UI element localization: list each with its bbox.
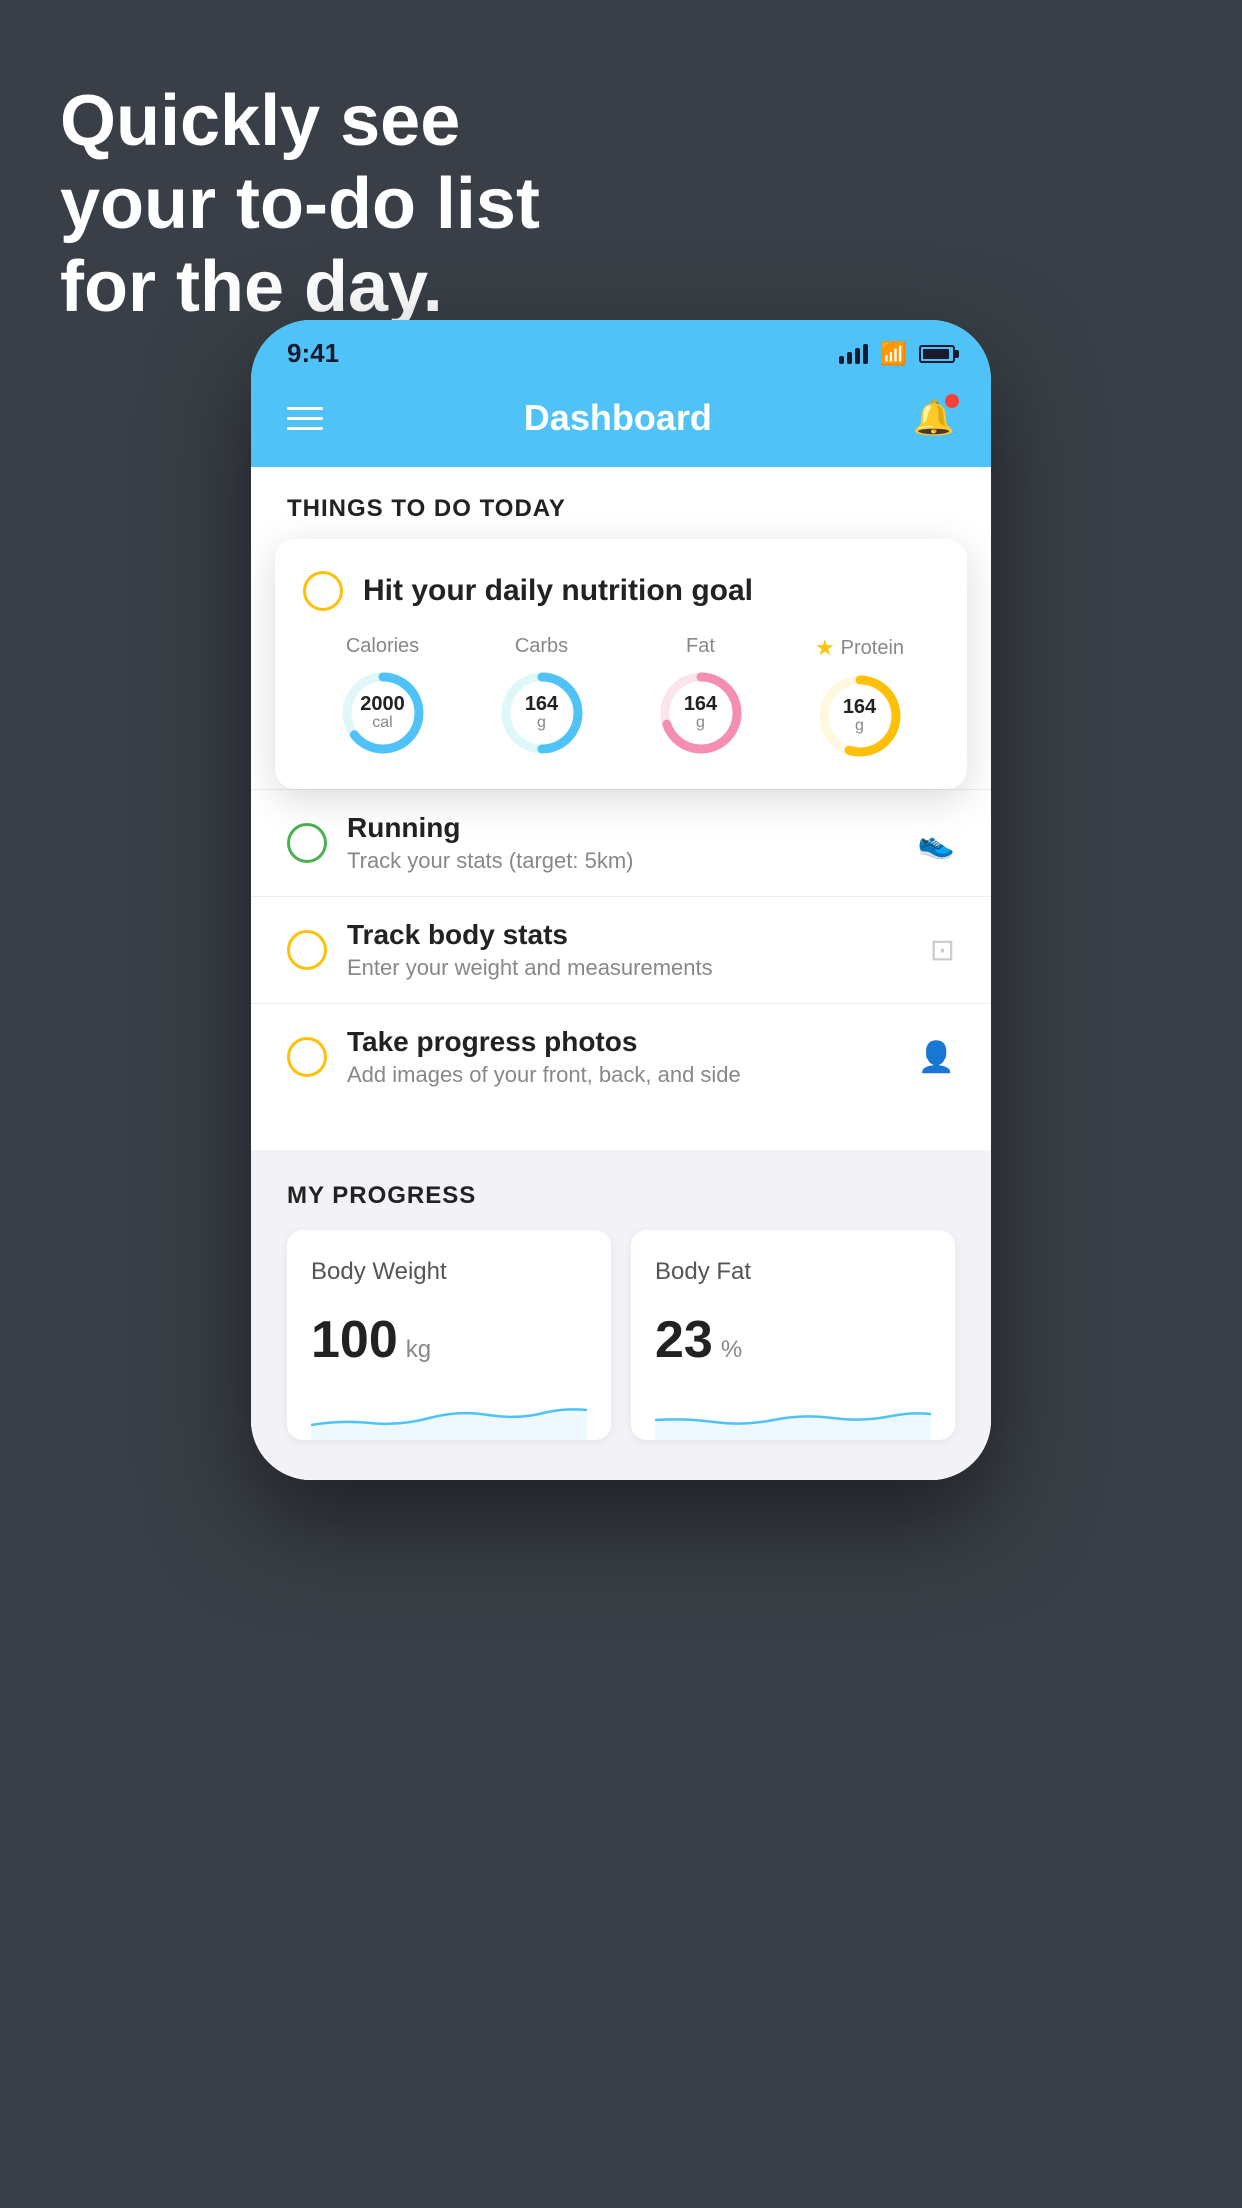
status-bar: 9:41 📶 [251,320,991,379]
carbs-value: 164 [525,694,558,714]
photos-checkbox[interactable] [287,1037,327,1077]
signal-icon [839,344,868,364]
macro-carbs-label: Carbs [515,635,568,658]
macros-row: Calories 2000 cal [303,635,939,761]
body-weight-chart [311,1390,587,1440]
fat-value: 164 [684,694,717,714]
photos-subtitle: Add images of your front, back, and side [347,1062,898,1088]
photos-text: Take progress photos Add images of your … [347,1026,898,1088]
nutrition-card-title: Hit your daily nutrition goal [363,574,753,608]
background-headline: Quickly see your to-do list for the day. [60,80,540,328]
body-fat-chart [655,1390,931,1440]
body-weight-value: 100 [311,1310,398,1370]
calories-donut: 2000 cal [338,668,428,758]
macro-protein: ★ Protein 164 g [815,635,905,761]
body-stats-subtitle: Enter your weight and measurements [347,955,910,981]
phone-screen: 9:41 📶 Dashboard 🔔 [251,320,991,1480]
nav-bar: Dashboard 🔔 [251,379,991,467]
body-fat-unit: % [721,1336,742,1364]
nutrition-card-header: Hit your daily nutrition goal [303,571,939,611]
fat-unit: g [684,714,717,732]
nutrition-checkbox[interactable] [303,571,343,611]
body-weight-title: Body Weight [311,1258,587,1286]
body-fat-card[interactable]: Body Fat 23 % [631,1230,955,1440]
running-icon: 👟 [918,826,955,861]
body-stats-checkbox[interactable] [287,930,327,970]
phone-mockup: 9:41 📶 Dashboard 🔔 [251,320,991,1480]
carbs-donut: 164 g [497,668,587,758]
battery-icon [919,345,955,363]
macro-fat-label: Fat [686,635,715,658]
status-icons: 📶 [839,341,955,367]
macro-calories: Calories 2000 cal [338,635,428,758]
body-stats-title: Track body stats [347,919,910,951]
calories-value: 2000 [360,694,405,714]
todo-list: Running Track your stats (target: 5km) 👟… [251,789,991,1480]
body-weight-unit: kg [406,1336,431,1364]
running-text: Running Track your stats (target: 5km) [347,812,898,874]
calories-unit: cal [360,714,405,732]
body-fat-value: 23 [655,1310,713,1370]
hamburger-menu[interactable] [287,407,323,430]
notification-dot [945,394,959,408]
nav-title: Dashboard [524,397,712,439]
body-stats-text: Track body stats Enter your weight and m… [347,919,910,981]
running-title: Running [347,812,898,844]
spacer [251,1110,991,1150]
running-subtitle: Track your stats (target: 5km) [347,848,898,874]
progress-section: MY PROGRESS Body Weight 100 kg [251,1150,991,1480]
star-icon: ★ [815,635,835,661]
fat-donut: 164 g [656,668,746,758]
time-display: 9:41 [287,338,339,369]
wifi-icon: 📶 [880,341,907,367]
body-weight-card[interactable]: Body Weight 100 kg [287,1230,611,1440]
macro-calories-label: Calories [346,635,419,658]
macro-carbs: Carbs 164 g [497,635,587,758]
body-weight-value-row: 100 kg [311,1310,587,1370]
progress-cards: Body Weight 100 kg [287,1230,955,1480]
protein-value: 164 [843,697,876,717]
todo-photos[interactable]: Take progress photos Add images of your … [251,1003,991,1110]
notification-bell[interactable]: 🔔 [913,398,955,438]
todo-body-stats[interactable]: Track body stats Enter your weight and m… [251,896,991,1003]
things-to-do-header: THINGS TO DO TODAY [251,467,991,539]
macro-protein-label: ★ Protein [815,635,904,661]
protein-unit: g [843,717,876,735]
running-checkbox[interactable] [287,823,327,863]
progress-section-title: MY PROGRESS [287,1182,955,1210]
todo-running[interactable]: Running Track your stats (target: 5km) 👟 [251,789,991,896]
body-fat-value-row: 23 % [655,1310,931,1370]
carbs-unit: g [525,714,558,732]
macro-fat: Fat 164 g [656,635,746,758]
protein-donut: 164 g [815,671,905,761]
person-icon: 👤 [918,1040,955,1075]
photos-title: Take progress photos [347,1026,898,1058]
phone-content: THINGS TO DO TODAY Hit your daily nutrit… [251,467,991,1480]
nutrition-card: Hit your daily nutrition goal Calories 2 [275,539,967,789]
body-fat-title: Body Fat [655,1258,931,1286]
scale-icon: ⊡ [930,933,955,968]
